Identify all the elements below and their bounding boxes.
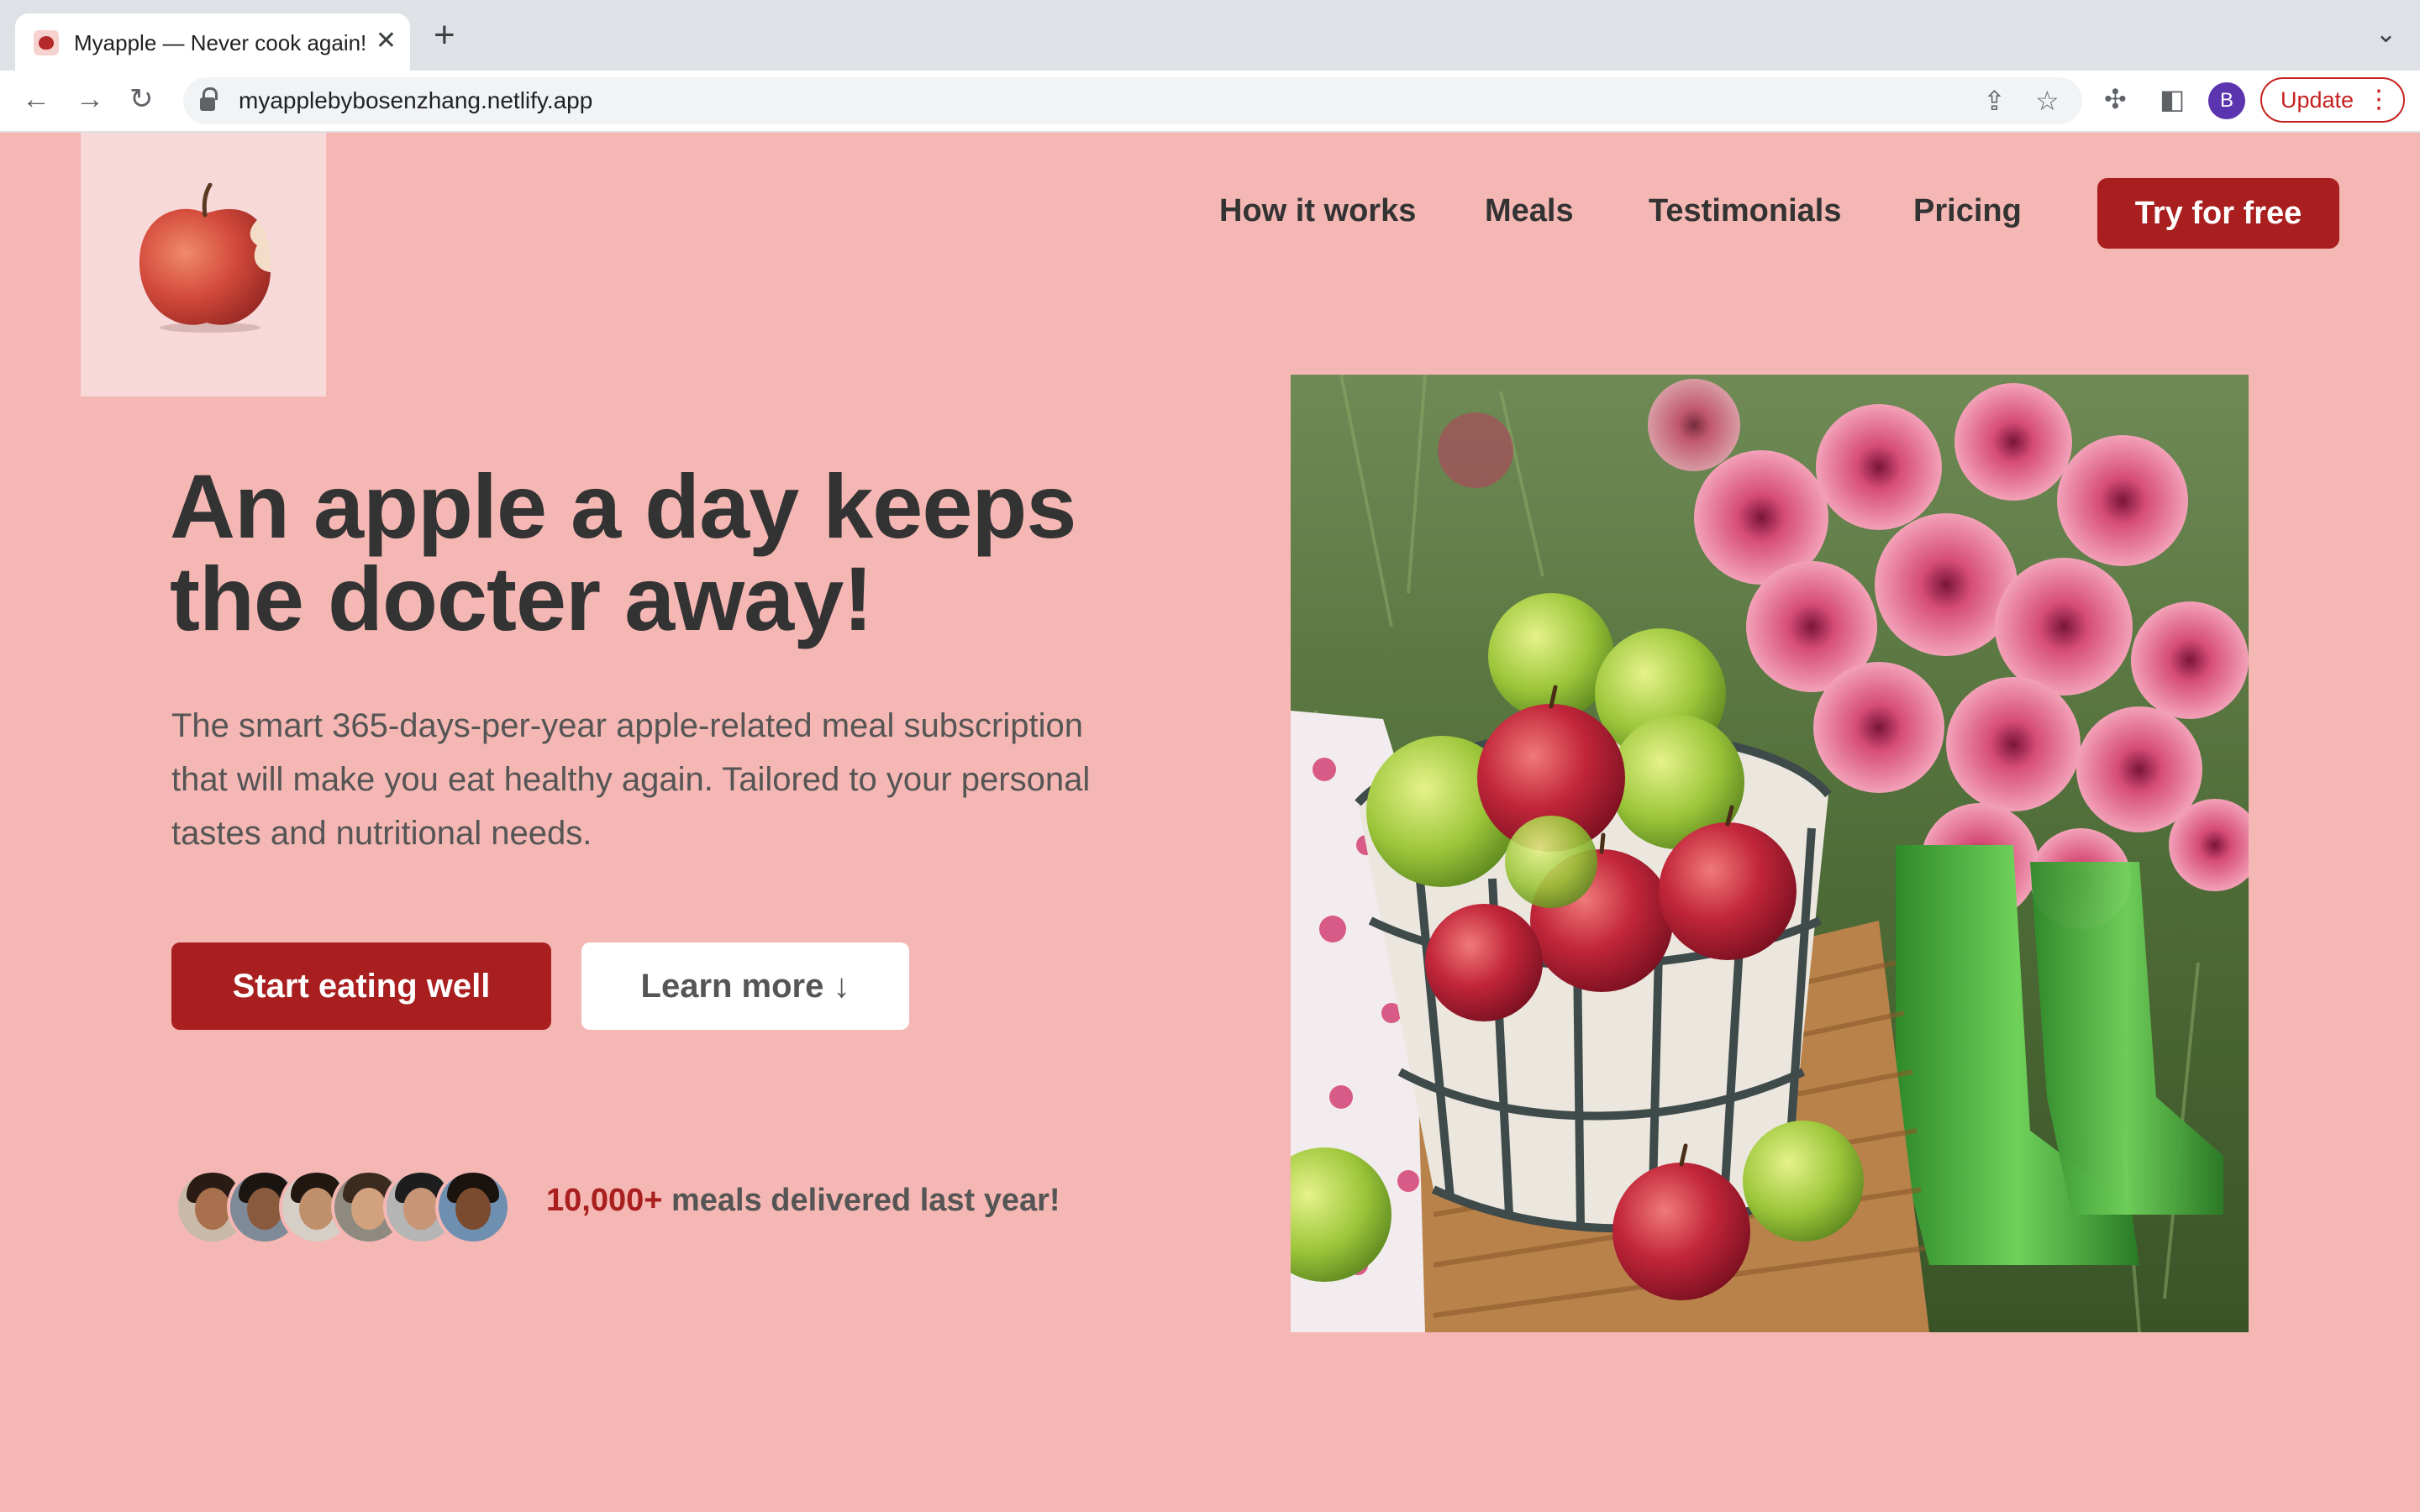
browser-tab[interactable]: Myapple — Never cook again! ✕	[15, 13, 410, 71]
try-for-free-button[interactable]: Try for free	[2097, 178, 2339, 249]
side-panel-icon[interactable]: ◧	[2160, 84, 2185, 114]
close-icon[interactable]: ✕	[376, 29, 397, 54]
back-icon[interactable]: ←	[22, 82, 50, 116]
learn-more-button[interactable]: Learn more ↓	[581, 942, 909, 1030]
bookmark-star-icon[interactable]: ☆	[2035, 86, 2060, 116]
meals-delivered-stat: 10,000+ meals delivered last year!	[546, 1183, 1060, 1219]
site-logo[interactable]	[81, 133, 326, 396]
forward-icon[interactable]: →	[76, 82, 104, 116]
avatar	[435, 1169, 511, 1245]
customer-avatars	[175, 1169, 528, 1245]
hero-description: The smart 365-days-per-year apple-relate…	[171, 707, 1091, 852]
update-button[interactable]: Update ⋮	[2260, 77, 2405, 123]
reload-icon[interactable]: ↻	[129, 82, 154, 116]
plus-icon[interactable]: +	[434, 17, 455, 54]
meals-delivered-text: meals delivered last year!	[662, 1183, 1060, 1218]
url-text[interactable]: myapplebybosenzhang.netlify.app	[239, 87, 592, 114]
favicon-icon	[34, 30, 59, 55]
lock-icon	[200, 87, 218, 111]
apple-basket-image	[1291, 375, 2249, 1332]
nav-testimonials[interactable]: Testimonials	[1649, 193, 1841, 229]
hero-image	[1291, 375, 2249, 1332]
nav-how-it-works[interactable]: How it works	[1219, 193, 1416, 229]
address-bar[interactable]: myapplebybosenzhang.netlify.app ⇪ ☆	[183, 77, 2082, 124]
apple-logo-icon	[139, 183, 271, 333]
hero-title: An apple a day keeps the docter away!	[170, 455, 1076, 649]
share-icon[interactable]: ⇪	[1983, 86, 2006, 116]
extensions-icon[interactable]: ✣	[2104, 84, 2127, 114]
browser-toolbar: ← → ↻ myapplebybosenzhang.netlify.app ⇪ …	[0, 71, 2420, 133]
start-eating-well-button[interactable]: Start eating well	[171, 942, 551, 1030]
nav-meals[interactable]: Meals	[1485, 193, 1574, 229]
update-label: Update	[2281, 87, 2354, 113]
tab-title: Myapple — Never cook again!	[74, 30, 367, 55]
meals-delivered-count: 10,000+	[546, 1183, 663, 1218]
more-menu-icon[interactable]: ⋮	[2366, 86, 2391, 114]
profile-avatar[interactable]: B	[2208, 82, 2245, 119]
nav-pricing[interactable]: Pricing	[1913, 193, 2022, 229]
tab-strip: Myapple — Never cook again! ✕ + ⌄	[0, 0, 2420, 71]
chevron-down-icon[interactable]: ⌄	[2375, 22, 2396, 47]
